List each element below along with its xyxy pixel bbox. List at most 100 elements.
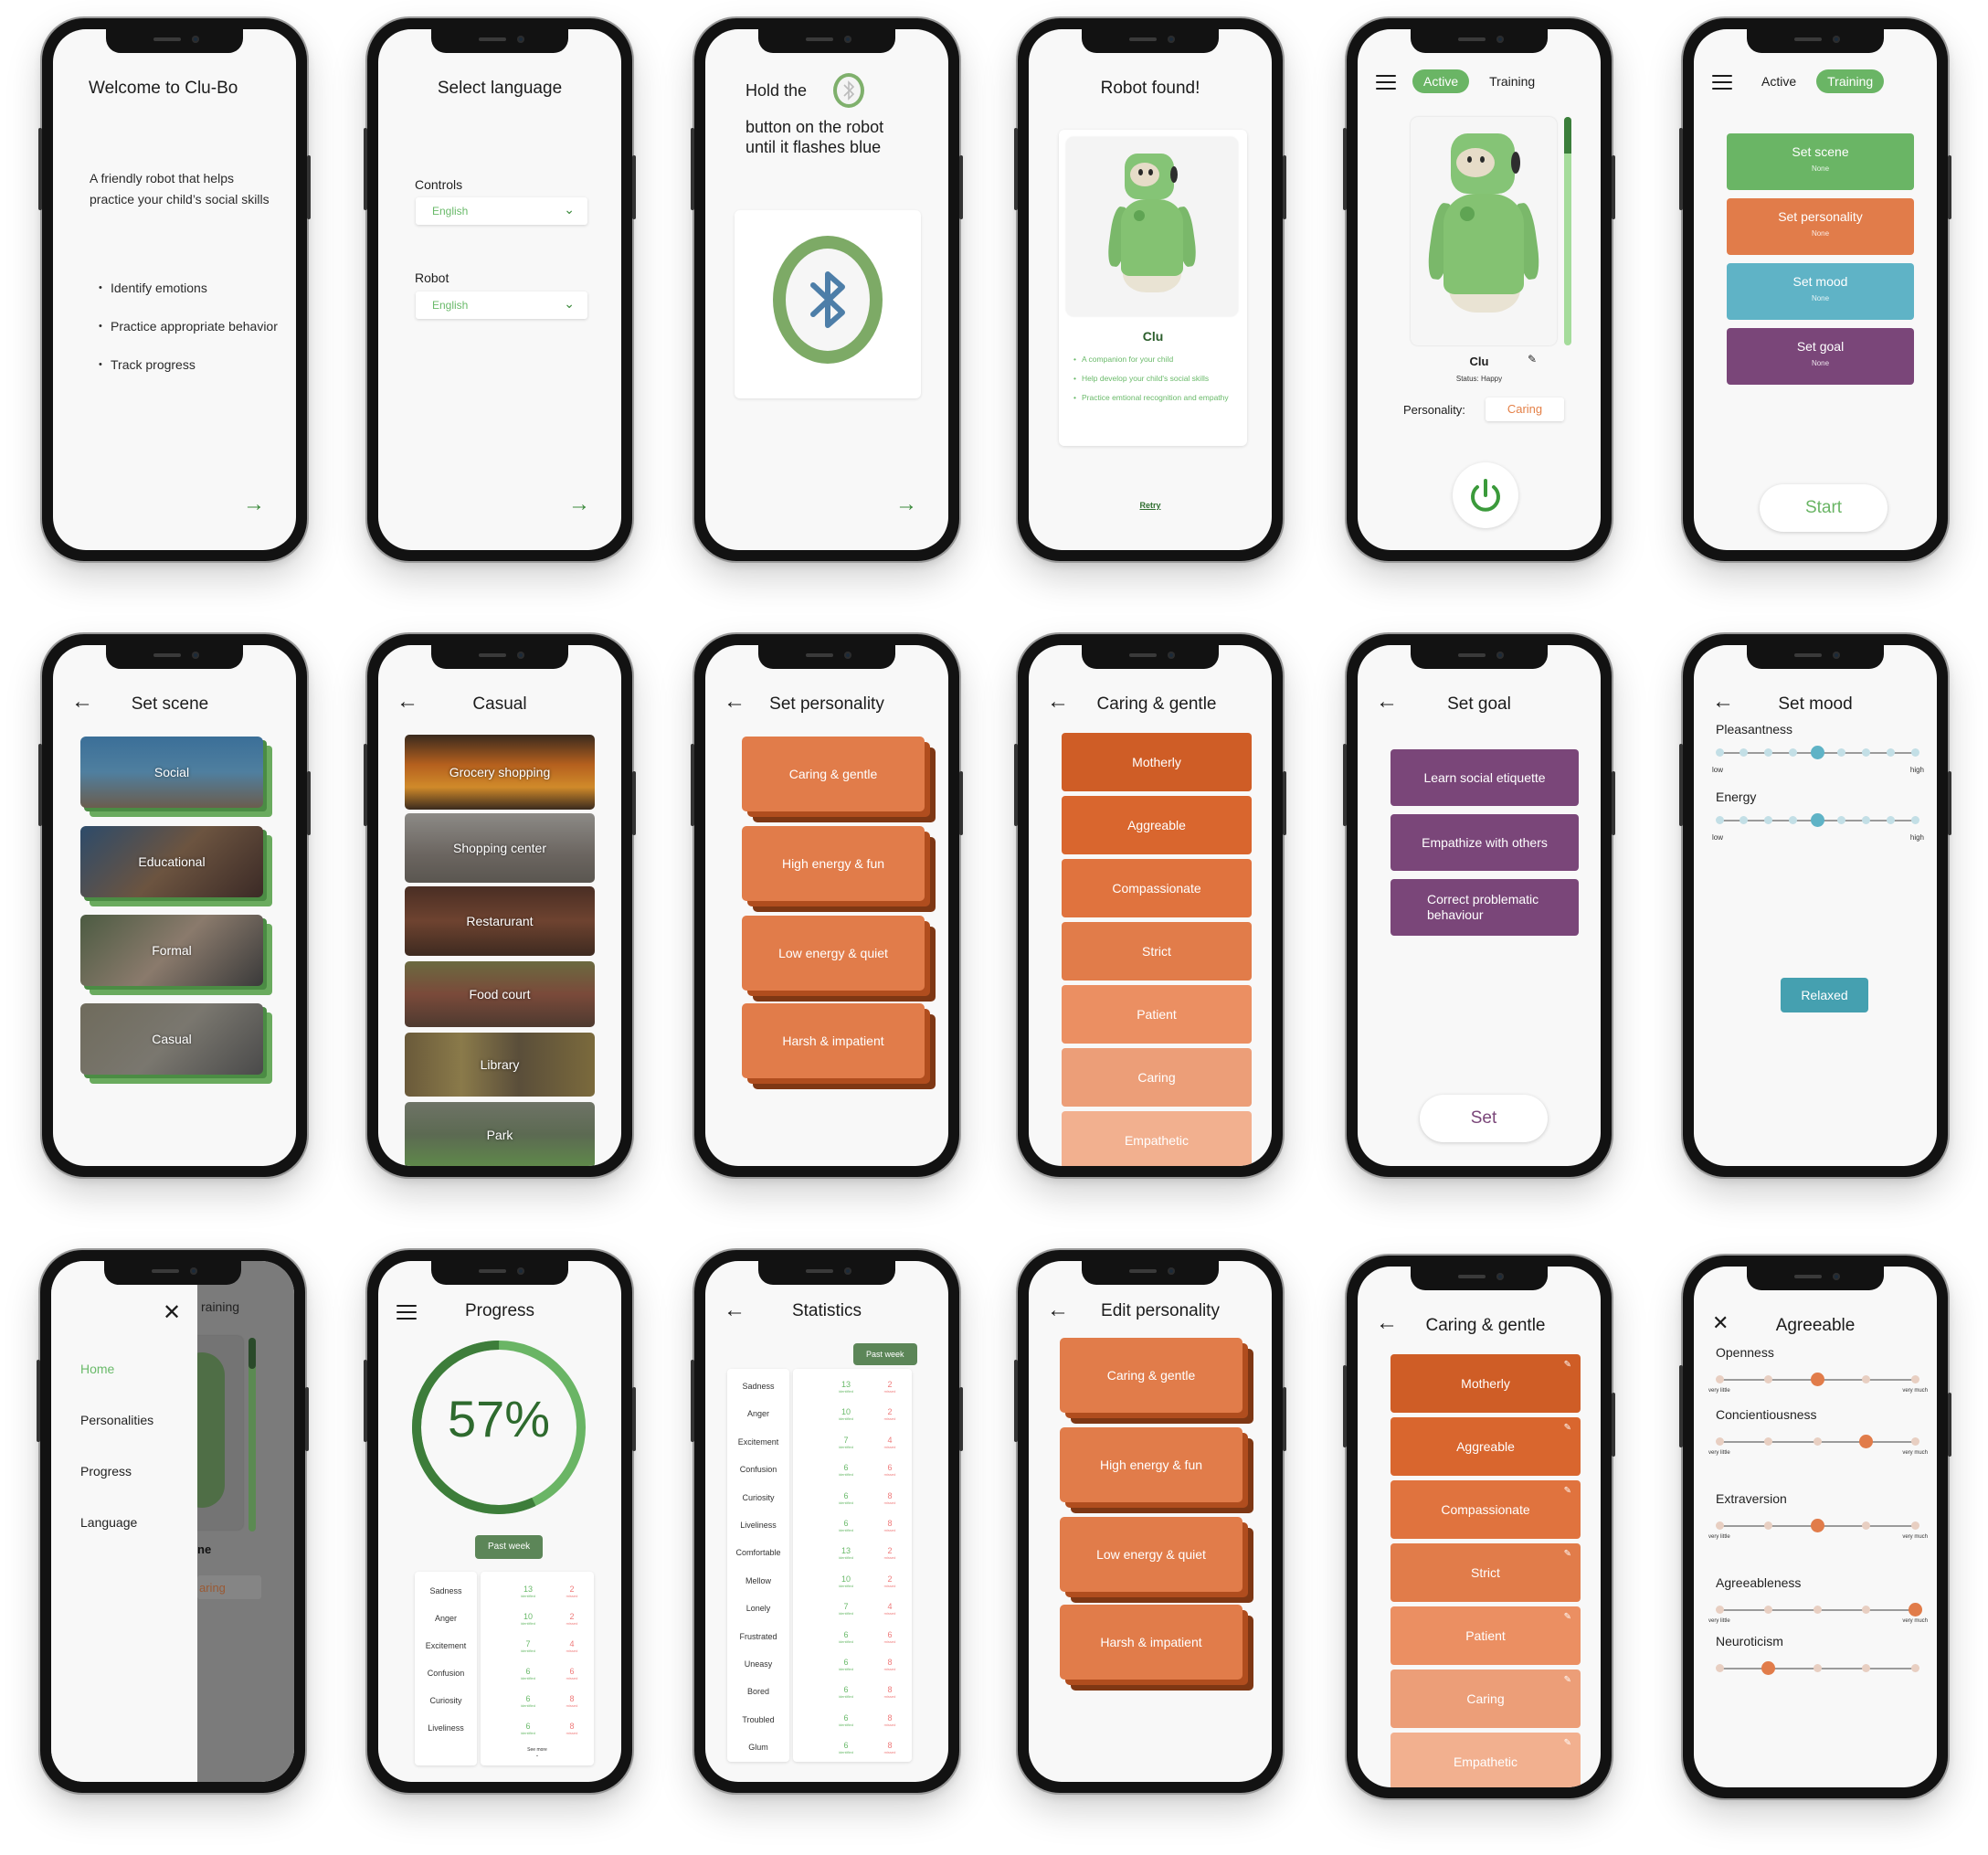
trait-card[interactable]: Compassionate [1062,859,1252,917]
trait-card[interactable]: Patient ✎ [1391,1606,1581,1665]
robot-language-select[interactable]: English ⌄ [416,292,587,319]
trait-card[interactable]: Strict [1062,922,1252,980]
drawer-item-personalities[interactable]: Personalities [80,1413,153,1427]
drawer-item-language[interactable]: Language [80,1515,137,1530]
pencil-edit-icon[interactable]: ✎ [1528,353,1537,366]
tab-training[interactable]: Training [1816,69,1885,93]
pencil-edit-icon[interactable]: ✎ [1564,1549,1571,1559]
pencil-edit-icon[interactable]: ✎ [1564,1423,1571,1433]
identified-value: 10 [841,1574,851,1584]
scene-card-educational[interactable]: Educational [80,826,272,906]
close-icon[interactable]: ✕ [163,1299,181,1326]
set-personality-card[interactable]: Set personality None [1727,198,1914,255]
goal-option[interactable]: Learn social etiquette [1391,749,1579,806]
slider-thumb[interactable] [1810,746,1824,759]
goal-option[interactable]: Correct problematic behaviour [1391,879,1579,936]
hamburger-menu-icon[interactable] [1376,75,1396,90]
place-card[interactable]: Grocery shopping [405,735,595,810]
trait-slider[interactable] [1715,1435,1919,1449]
notch [1747,645,1884,669]
range-filter-button[interactable]: Past week [475,1535,544,1559]
personality-card[interactable]: Harsh & impatient [1060,1605,1253,1691]
identified-label: identified [838,1750,853,1755]
place-card[interactable]: Food court [405,961,595,1027]
start-button[interactable]: Start [1760,484,1888,532]
drawer-item-home[interactable]: Home [80,1362,114,1376]
scene-card-formal[interactable]: Formal [80,915,272,995]
slider-step [1886,748,1895,757]
trait-card[interactable]: Motherly [1062,733,1252,791]
trait-card[interactable]: Caring ✎ [1391,1670,1581,1728]
personality-card[interactable]: High energy & fun [742,826,936,912]
trait-slider[interactable] [1715,1661,1919,1676]
scene-card-casual[interactable]: Casual [80,1003,272,1084]
slider-thumb[interactable] [1761,1661,1775,1675]
personality-value[interactable]: Caring [1486,398,1564,421]
trait-slider[interactable] [1715,1373,1919,1387]
trait-card[interactable]: Patient [1062,985,1252,1044]
mood-slider[interactable] [1715,746,1919,760]
missed-count: 2 missed [554,1585,590,1598]
scene-card-social[interactable]: Social [80,737,272,817]
slider-thumb[interactable] [1810,813,1824,827]
goal-option[interactable]: Empathize with others [1391,814,1579,871]
trait-label: Aggreable [1456,1439,1515,1454]
place-card[interactable]: Restarurant [405,886,595,956]
place-card[interactable]: Shopping center [405,813,595,883]
slider-step [1740,748,1749,757]
set-button[interactable]: Set [1420,1095,1548,1142]
personality-card[interactable]: Caring & gentle [1060,1338,1253,1424]
agreeable-screen: ✕ Agreeable Openness very little very much… [1694,1267,1937,1787]
trait-slider[interactable] [1715,1603,1922,1617]
personality-card[interactable]: Low energy & quiet [742,916,936,1002]
trait-card[interactable]: Motherly ✎ [1391,1354,1581,1413]
power-button[interactable] [1453,462,1518,528]
slider-thumb[interactable] [1810,1373,1824,1386]
pencil-edit-icon[interactable]: ✎ [1564,1612,1571,1622]
controls-language-select[interactable]: English ⌄ [416,197,587,225]
robot-card[interactable]: Clu A companion for your child Help deve… [1059,130,1247,446]
pencil-edit-icon[interactable]: ✎ [1564,1675,1571,1685]
slider-step [1813,1606,1822,1614]
missed-label: missed [883,1500,896,1505]
mood-slider[interactable] [1715,813,1919,828]
tab-training[interactable]: Training [1478,69,1546,93]
next-arrow-icon[interactable]: → [568,492,590,517]
identified-value: 6 [843,1629,849,1639]
tab-active[interactable]: Active [1750,69,1807,93]
range-filter-button[interactable]: Past week [853,1343,917,1365]
personality-card[interactable]: High energy & fun [1060,1427,1253,1513]
personality-card[interactable]: Caring & gentle [742,737,936,822]
set-mood-card[interactable]: Set mood None [1727,263,1914,320]
tab-active[interactable]: Active [1412,69,1470,93]
next-arrow-icon[interactable]: → [243,492,265,517]
retry-link[interactable]: Retry [1029,501,1272,510]
slider-thumb[interactable] [1908,1603,1922,1616]
robot-name: Clu [1142,329,1164,344]
card-value: None [1811,294,1830,302]
pencil-edit-icon[interactable]: ✎ [1564,1486,1571,1496]
pencil-edit-icon[interactable]: ✎ [1564,1360,1571,1370]
trait-card[interactable]: Caring [1062,1048,1252,1107]
slider-thumb[interactable] [1810,1519,1824,1532]
slider-thumb[interactable] [1859,1435,1873,1448]
drawer-item-progress[interactable]: Progress [80,1464,132,1479]
trait-card[interactable]: Aggreable ✎ [1391,1417,1581,1476]
missed-count: 8 missed [872,1713,908,1727]
place-card[interactable]: Library [405,1033,595,1097]
trait-card[interactable]: Strict ✎ [1391,1543,1581,1602]
set-goal-card[interactable]: Set goal None [1727,328,1914,385]
see-more-link[interactable]: See more ⌄ [510,1747,565,1758]
personality-card[interactable]: Low energy & quiet [1060,1517,1253,1603]
trait-card[interactable]: Empathetic ✎ [1391,1733,1581,1787]
trait-card[interactable]: Compassionate ✎ [1391,1480,1581,1539]
trait-card[interactable]: Aggreable [1062,796,1252,854]
hamburger-menu-icon[interactable] [1712,75,1732,90]
personality-card[interactable]: Harsh & impatient [742,1003,936,1089]
place-card[interactable]: Park [405,1102,595,1166]
trait-slider[interactable] [1715,1519,1919,1533]
set-scene-card[interactable]: Set scene None [1727,133,1914,190]
pencil-edit-icon[interactable]: ✎ [1564,1738,1571,1748]
trait-card[interactable]: Empathetic [1062,1111,1252,1166]
next-arrow-icon[interactable]: → [895,492,917,517]
